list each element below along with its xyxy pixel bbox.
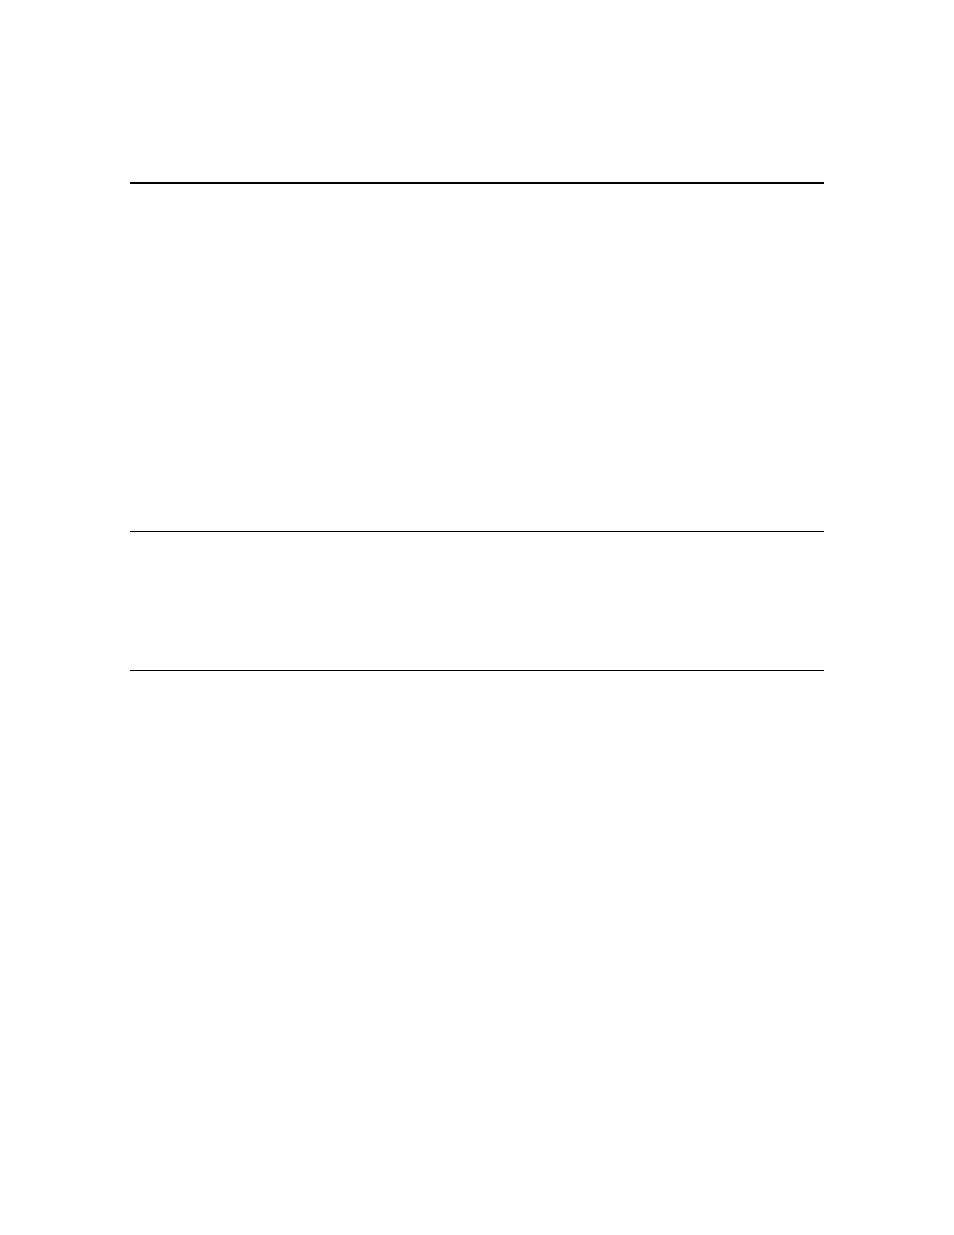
horizontal-rule	[130, 670, 824, 671]
horizontal-rule	[130, 182, 824, 184]
horizontal-rule	[130, 531, 824, 532]
page	[0, 0, 954, 1235]
